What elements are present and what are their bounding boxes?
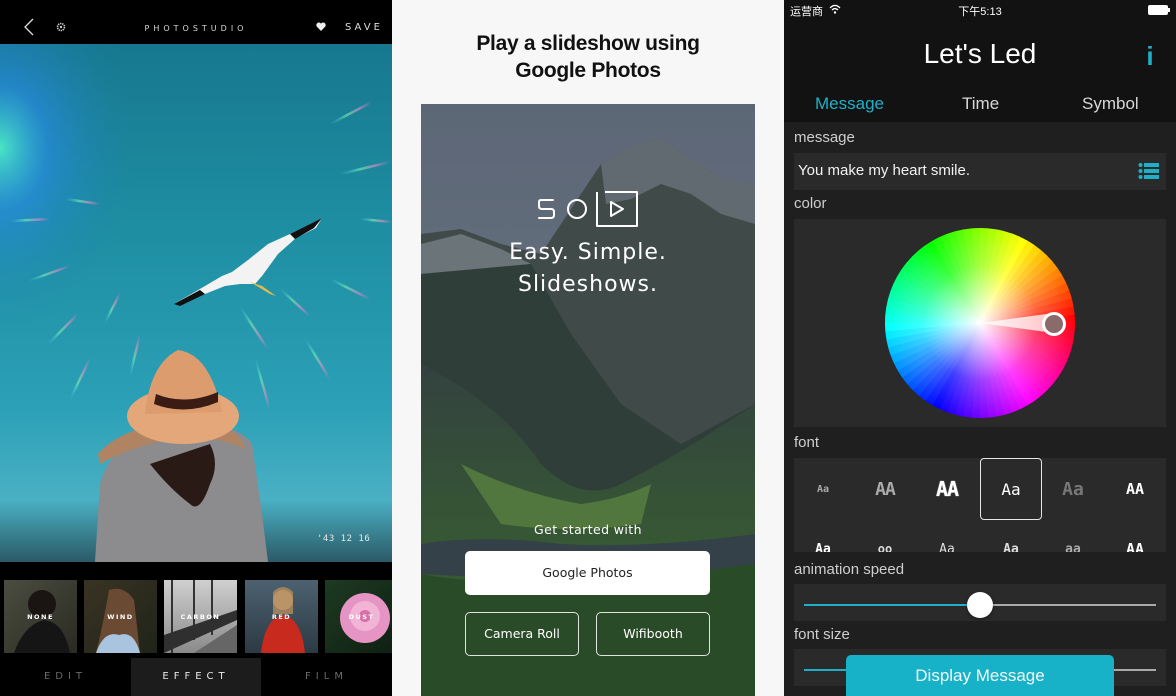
date-stamp: '43 12 16 — [317, 534, 371, 544]
font-option[interactable]: AA — [1104, 458, 1166, 520]
tab-time[interactable]: Time — [962, 94, 999, 114]
photostudio-panel: PHOTOSTUDIO SAVE '43 12 16 NONE WIND CAR… — [0, 0, 392, 696]
get-started-label: Get started with — [534, 522, 642, 537]
message-field[interactable]: You make my heart smile. — [794, 153, 1166, 190]
font-option-selected[interactable]: Aa — [980, 458, 1042, 520]
heart-icon[interactable] — [316, 22, 326, 31]
google-photos-button[interactable]: Google Photos — [465, 551, 710, 595]
tab-message[interactable]: Message — [815, 94, 884, 114]
animation-speed-slider[interactable] — [794, 584, 1166, 621]
animation-speed-label: animation speed — [794, 561, 905, 578]
save-button[interactable]: SAVE — [345, 22, 383, 33]
tab-film[interactable]: FILM — [261, 658, 392, 696]
font-grid: Aa AA AA Aa Aa AA Aa oo Aa Aa aa AA — [794, 458, 1166, 552]
display-message-button[interactable]: Display Message — [846, 655, 1114, 696]
font-option[interactable]: Aa — [916, 518, 978, 553]
font-option[interactable]: aa — [1042, 518, 1104, 553]
filter-strip: NONE WIND CARBON RED DUST — [0, 580, 392, 656]
letsled-panel: 运营商 下午5:13 Let's Led i Message Time Symb… — [784, 0, 1176, 696]
info-icon[interactable]: i — [1142, 43, 1158, 69]
font-option[interactable]: Aa — [794, 518, 854, 553]
slider-thumb[interactable] — [967, 592, 993, 618]
list-icon[interactable] — [1138, 161, 1160, 181]
filter-carbon[interactable]: CARBON — [164, 580, 237, 653]
filter-wind[interactable]: WIND — [84, 580, 157, 653]
heading-line-2: Google Photos — [515, 59, 661, 82]
color-wheel[interactable] — [884, 227, 1076, 419]
app-screenshot: Easy. Simple. Slideshows. Get started wi… — [421, 104, 755, 696]
filter-dust[interactable]: DUST — [325, 580, 392, 653]
slideshow-panel: Play a slideshow using Google Photos Eas… — [392, 0, 784, 696]
heading-line-1: Play a slideshow using — [476, 32, 700, 55]
wifibooth-button[interactable]: Wifibooth — [596, 612, 710, 656]
font-option[interactable]: AA — [916, 458, 978, 520]
message-label: message — [794, 129, 855, 146]
tagline: Easy. Simple. Slideshows. — [421, 237, 755, 301]
tagline-line-1: Easy. Simple. — [509, 240, 667, 265]
letsled-header: 运营商 下午5:13 Let's Led i Message Time Symb… — [784, 0, 1176, 122]
color-label: color — [794, 195, 827, 212]
color-picker-box — [794, 219, 1166, 427]
photo-preview: '43 12 16 — [0, 44, 392, 562]
promo-heading: Play a slideshow using Google Photos — [392, 30, 784, 84]
photostudio-tabs: EDIT EFFECT FILM — [0, 658, 392, 696]
tab-symbol[interactable]: Symbol — [1082, 94, 1139, 114]
tab-edit[interactable]: EDIT — [0, 658, 131, 696]
font-option[interactable]: AA — [854, 458, 916, 520]
tab-effect[interactable]: EFFECT — [131, 658, 261, 696]
status-bar: 运营商 下午5:13 — [784, 0, 1176, 20]
font-label: font — [794, 434, 820, 451]
font-option[interactable]: Aa — [980, 518, 1042, 553]
app-title: Let's Led — [923, 38, 1037, 69]
battery-icon — [1148, 5, 1170, 15]
so-logo — [538, 191, 638, 227]
slider-fill — [804, 604, 980, 606]
selected-color-swatch — [1045, 315, 1063, 333]
status-time: 下午5:13 — [958, 6, 1002, 18]
tagline-line-2: Slideshows. — [517, 272, 658, 297]
font-option[interactable]: AA — [1104, 518, 1166, 552]
photostudio-top-bar: PHOTOSTUDIO SAVE — [0, 0, 392, 44]
camera-roll-button[interactable]: Camera Roll — [465, 612, 579, 656]
message-input[interactable]: You make my heart smile. — [798, 162, 970, 179]
app-title: PHOTOSTUDIO — [144, 24, 248, 33]
filter-none[interactable]: NONE — [4, 580, 77, 653]
font-option[interactable]: Aa — [794, 458, 854, 520]
font-option[interactable]: oo — [854, 518, 916, 552]
filter-red[interactable]: RED — [245, 580, 318, 653]
font-option[interactable]: Aa — [1042, 458, 1104, 520]
font-size-label: font size — [794, 626, 850, 643]
